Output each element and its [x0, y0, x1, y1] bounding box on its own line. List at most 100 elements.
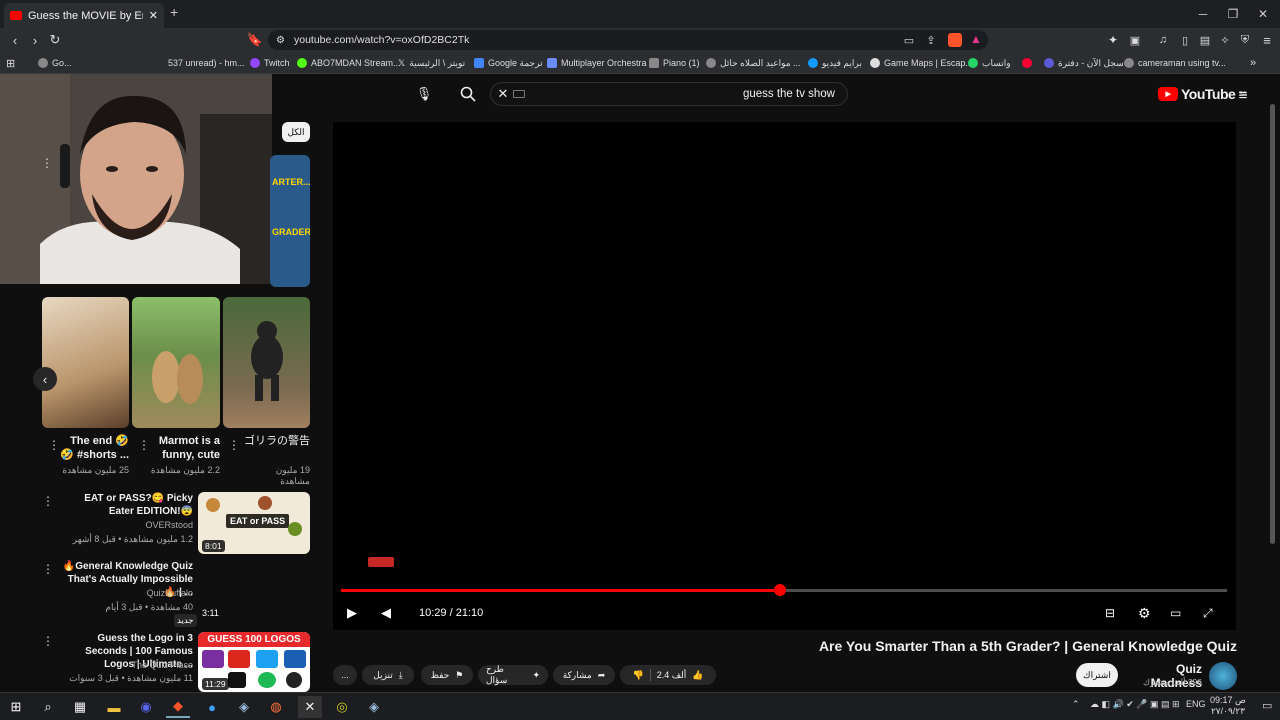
more-actions-icon[interactable]: ⋮ [41, 156, 53, 170]
more-actions-icon[interactable]: ⋮ [48, 438, 60, 452]
more-actions-icon[interactable]: ⋮ [42, 494, 54, 508]
bookmark-item[interactable]: سجل الآن - دفترة [1044, 55, 1124, 71]
filter-chip-all[interactable]: الكل [282, 122, 310, 142]
leo-icon[interactable]: ✧ [1214, 28, 1236, 52]
short-thumbnail[interactable] [42, 297, 129, 428]
dislike-icon[interactable]: 👎 [632, 670, 643, 681]
search-button[interactable] [458, 84, 478, 104]
scrubber-handle[interactable] [774, 584, 787, 596]
shelf-prev-button[interactable]: ‹ [33, 367, 57, 391]
progress-bar[interactable] [341, 584, 1227, 596]
steam-icon[interactable]: ◈ [232, 696, 256, 718]
bookmark-item[interactable]: Game Maps | Escap... [870, 55, 973, 71]
short-title[interactable]: Marmot is a funny, cute ... [150, 434, 220, 464]
theater-mode-icon[interactable]: ▭ [1170, 603, 1181, 623]
video-thumbnail[interactable]: ARTER... GRADER? [270, 155, 310, 287]
channel-avatar[interactable] [1209, 662, 1237, 690]
short-title[interactable]: ゴリラの警告 [244, 434, 310, 464]
cast-icon[interactable]: ▭ [898, 28, 920, 52]
bookmark-item[interactable] [1022, 55, 1032, 71]
list-item[interactable]: ⋮ Guess the Logo in 3 Seconds | 100 Famo… [40, 632, 310, 692]
music-icon[interactable]: ♫ [1152, 28, 1174, 52]
list-item[interactable]: ⋮ EAT or PASS?😋 Picky Eater EDITION!😨 OV… [40, 492, 310, 556]
more-actions-icon[interactable]: ⋮ [42, 562, 54, 576]
subscribe-button[interactable]: اشتراك [1076, 663, 1118, 687]
minimize-button[interactable]: ─ [1188, 0, 1218, 28]
fullscreen-icon[interactable]: ⤢ [1203, 603, 1213, 623]
settings-icon[interactable]: ⚙ [1138, 603, 1151, 623]
brave-rewards-icon[interactable]: ▲ [970, 32, 982, 46]
more-actions-icon[interactable]: ⋮ [228, 438, 240, 452]
more-actions-button[interactable]: ... [333, 665, 357, 685]
discord-icon[interactable]: ◉ [134, 696, 158, 718]
play-button[interactable]: ▶ [347, 603, 357, 623]
close-tab-icon[interactable]: ✕ [149, 9, 158, 22]
bookmark-icon[interactable]: 🔖 [244, 28, 266, 52]
wallet-icon[interactable]: ▣ [1124, 28, 1146, 52]
capcut-icon[interactable]: ✕ [298, 696, 322, 718]
clock[interactable]: 09:17 ص ٢٧/٠٩/٢٣ [1210, 695, 1246, 717]
bookmark-item[interactable]: Twitch [250, 55, 290, 71]
bookmark-item[interactable]: واتساب [968, 55, 1011, 71]
share-icon[interactable]: ⇪ [920, 28, 942, 52]
search-icon[interactable]: ⌕ [36, 696, 60, 718]
reload-button[interactable]: ↻ [44, 28, 66, 52]
address-bar[interactable]: ⚙ youtube.com/watch?v=oxOfD2BC2Tk [268, 30, 988, 50]
like-icon[interactable]: 👍 [692, 670, 703, 681]
captions-icon[interactable]: ⊟ [1105, 603, 1115, 623]
close-window-button[interactable]: ✕ [1248, 0, 1278, 28]
brave-shield-icon[interactable] [948, 33, 962, 47]
browser-tab[interactable]: Guess the MOVIE by Emoji Quiz ✕ [4, 3, 164, 28]
more-actions-icon[interactable]: ⋮ [138, 438, 150, 452]
guide-menu-icon[interactable]: ≡ [1234, 86, 1252, 104]
apps-icon[interactable]: ⊞ [6, 55, 15, 71]
short-thumbnail[interactable] [132, 297, 220, 428]
new-tab-button[interactable]: + [170, 4, 178, 20]
short-thumbnail[interactable] [223, 297, 310, 428]
search-input[interactable]: ✕ guess the tv show [490, 82, 848, 106]
clear-search-icon[interactable]: ✕ [495, 86, 511, 102]
download-button[interactable]: تنزيل ⤓ [362, 665, 414, 685]
firefox-icon[interactable]: ◍ [264, 696, 288, 718]
language-indicator[interactable]: ENG [1186, 699, 1206, 709]
app-icon[interactable]: ● [200, 696, 224, 718]
bookmark-item[interactable]: Go... [38, 55, 72, 71]
more-bookmarks-icon[interactable]: » [1250, 55, 1256, 71]
bookmark-item[interactable]: 537 unread) - hm... [168, 55, 245, 71]
sidebar-icon[interactable]: ▯ [1174, 28, 1196, 52]
video-player[interactable]: ▶ ◀ 10:29 / 21:10 ⊟ ⚙ ▭ ⤢ [333, 122, 1236, 630]
bookmark-item[interactable]: 𝕏 تويتر \ الرئيسية [398, 55, 465, 71]
notifications-icon[interactable]: ▭ [1262, 699, 1272, 712]
vpn-icon[interactable]: ⛨ [1234, 28, 1256, 52]
page-scrollbar[interactable] [1270, 104, 1275, 544]
share-button[interactable]: مشاركة ➦ [553, 665, 615, 685]
bookmark-item[interactable]: Piano (1) [649, 55, 700, 71]
bookmark-item[interactable]: ABO7MDAN Stream... [297, 55, 401, 71]
brave-icon[interactable]: ◆ [166, 696, 190, 718]
steam-icon[interactable]: ◈ [362, 696, 386, 718]
file-explorer-icon[interactable]: ▬ [102, 696, 126, 718]
tray-overflow-icon[interactable]: ⌃ [1072, 699, 1080, 710]
ask-button[interactable]: طرح سؤال ✦ [478, 664, 548, 685]
short-title[interactable]: The end 🤣🤣 #shorts ... [60, 434, 129, 464]
keyboard-icon[interactable] [513, 90, 525, 98]
voice-search-icon[interactable]: 🎙 [414, 84, 434, 104]
more-actions-icon[interactable]: ⋮ [42, 634, 54, 648]
restore-button[interactable]: ❐ [1218, 0, 1248, 28]
obs-icon[interactable]: ◎ [330, 696, 354, 718]
start-button[interactable]: ⊞ [4, 696, 28, 718]
bookmark-item[interactable]: Multiplayer Orchestra [547, 55, 647, 71]
menu-icon[interactable]: ≡ [1256, 28, 1278, 52]
extensions-icon[interactable]: ✦ [1102, 28, 1124, 52]
wallet-panel-icon[interactable]: ▤ [1194, 28, 1216, 52]
bookmark-item[interactable]: مواعيد الصلاه حائل ... [706, 55, 801, 71]
task-view-icon[interactable]: ▦ [68, 696, 92, 718]
site-info-icon[interactable]: ⚙ [276, 35, 285, 46]
save-button[interactable]: حفظ ⚑ [421, 665, 473, 685]
back-button[interactable]: ‹ [4, 28, 26, 52]
forward-button[interactable]: › [24, 28, 46, 52]
bookmark-item[interactable]: برايم فيديو [808, 55, 862, 71]
list-item[interactable]: ⋮ 🔥General Knowledge Quiz That's Actuall… [40, 560, 310, 627]
volume-icon[interactable]: ◀ [381, 603, 391, 623]
tray-icons[interactable]: ☁ ◧ 🔊 ✔ 🎤 ▣ ▤ ⊞ [1090, 699, 1180, 710]
